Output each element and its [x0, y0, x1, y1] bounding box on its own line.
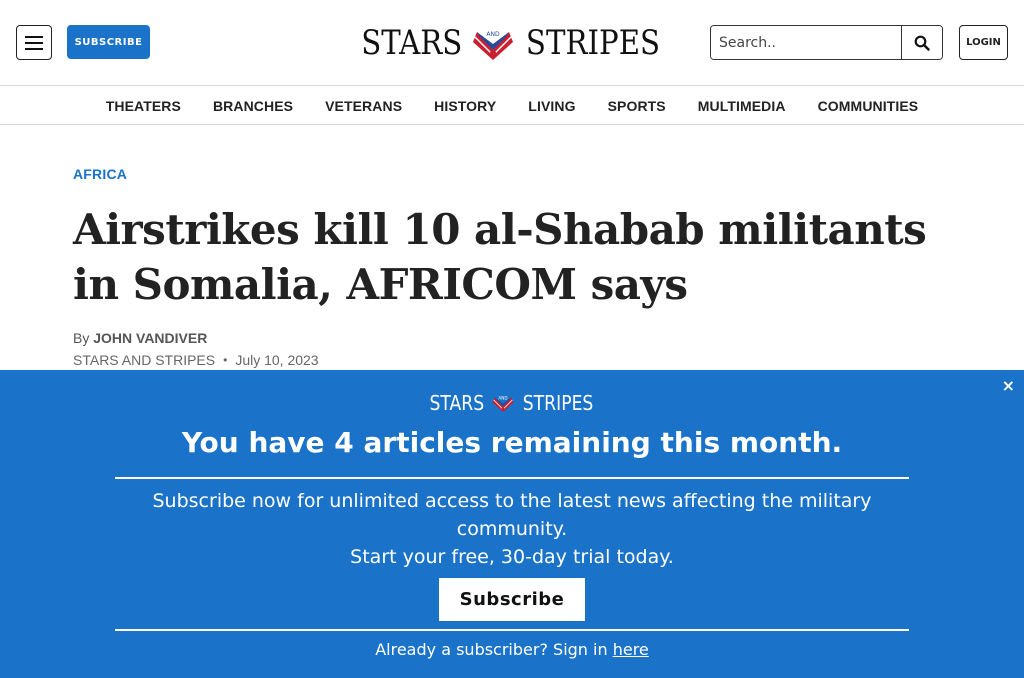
hamburger-icon-line — [25, 35, 43, 38]
paywall-body-line2: Start your free, 30-day trial today. — [350, 546, 674, 568]
logo-word-left: STARS — [361, 23, 463, 63]
signin-text: Already a subscriber? Sign in — [375, 640, 608, 659]
hamburger-icon-line — [25, 41, 43, 44]
paywall-logo: STARS AND STRIPES — [416, 390, 608, 416]
logo-and-text: AND — [486, 31, 500, 38]
nav-item-living[interactable]: LIVING — [512, 98, 591, 114]
nav-item-multimedia[interactable]: MULTIMEDIA — [682, 98, 802, 114]
section-nav: THEATERS BRANCHES VETERANS HISTORY LIVIN… — [0, 87, 1024, 125]
article-meta: STARS AND STRIPES • July 10, 2023 — [73, 352, 319, 368]
meta-separator: • — [223, 353, 228, 367]
paywall-title: You have 4 articles remaining this month… — [181, 426, 843, 459]
nav-item-communities[interactable]: COMMUNITIES — [802, 98, 935, 114]
search-input[interactable] — [711, 26, 901, 59]
menu-button[interactable] — [16, 25, 52, 60]
login-button[interactable]: LOGIN — [959, 25, 1008, 60]
hamburger-icon-line — [25, 47, 43, 50]
source-name: STARS AND STRIPES — [73, 352, 216, 368]
signin-prompt: Already a subscriber? Sign in here — [0, 640, 1024, 659]
site-logo[interactable]: STARS AND STRIPES — [361, 20, 662, 66]
publish-date: July 10, 2023 — [235, 352, 319, 368]
byline-prefix: By — [73, 330, 90, 346]
nav-item-sports[interactable]: SPORTS — [592, 98, 682, 114]
signin-link[interactable]: here — [613, 640, 649, 659]
search-box — [710, 25, 943, 60]
eagle-flag-icon: AND — [467, 20, 519, 66]
search-button[interactable] — [901, 26, 942, 59]
divider — [115, 477, 909, 479]
subscribe-button[interactable]: SUBSCRIBE — [67, 25, 150, 59]
site-header: SUBSCRIBE STARS AND STRIPES LOGIN — [0, 0, 1024, 86]
nav-item-history[interactable]: HISTORY — [418, 98, 512, 114]
paywall-body-line1: Subscribe now for unlimited access to th… — [152, 490, 872, 540]
nav-item-veterans[interactable]: VETERANS — [309, 98, 418, 114]
paywall-banner: × STARS AND STRIPES You have 4 articles … — [0, 370, 1024, 678]
paywall-logo-and-text: AND — [498, 395, 507, 400]
author-name[interactable]: JOHN VANDIVER — [93, 330, 207, 346]
section-kicker[interactable]: AFRICA — [73, 166, 127, 182]
nav-item-theaters[interactable]: THEATERS — [90, 98, 197, 114]
divider — [115, 629, 909, 631]
eagle-flag-icon: AND — [487, 391, 519, 415]
paywall-logo-word-left: STARS — [429, 391, 485, 415]
paywall-body: Subscribe now for unlimited access to th… — [150, 487, 874, 571]
nav-item-branches[interactable]: BRANCHES — [197, 98, 309, 114]
search-icon — [914, 35, 930, 51]
close-icon[interactable]: × — [1002, 377, 1015, 395]
article-headline: Airstrikes kill 10 al-Shabab militants i… — [73, 205, 927, 309]
logo-word-right: STRIPES — [525, 23, 660, 63]
paywall-subscribe-button[interactable]: Subscribe — [439, 578, 585, 621]
byline: By JOHN VANDIVER — [73, 330, 207, 346]
paywall-logo-word-right: STRIPES — [522, 391, 594, 415]
